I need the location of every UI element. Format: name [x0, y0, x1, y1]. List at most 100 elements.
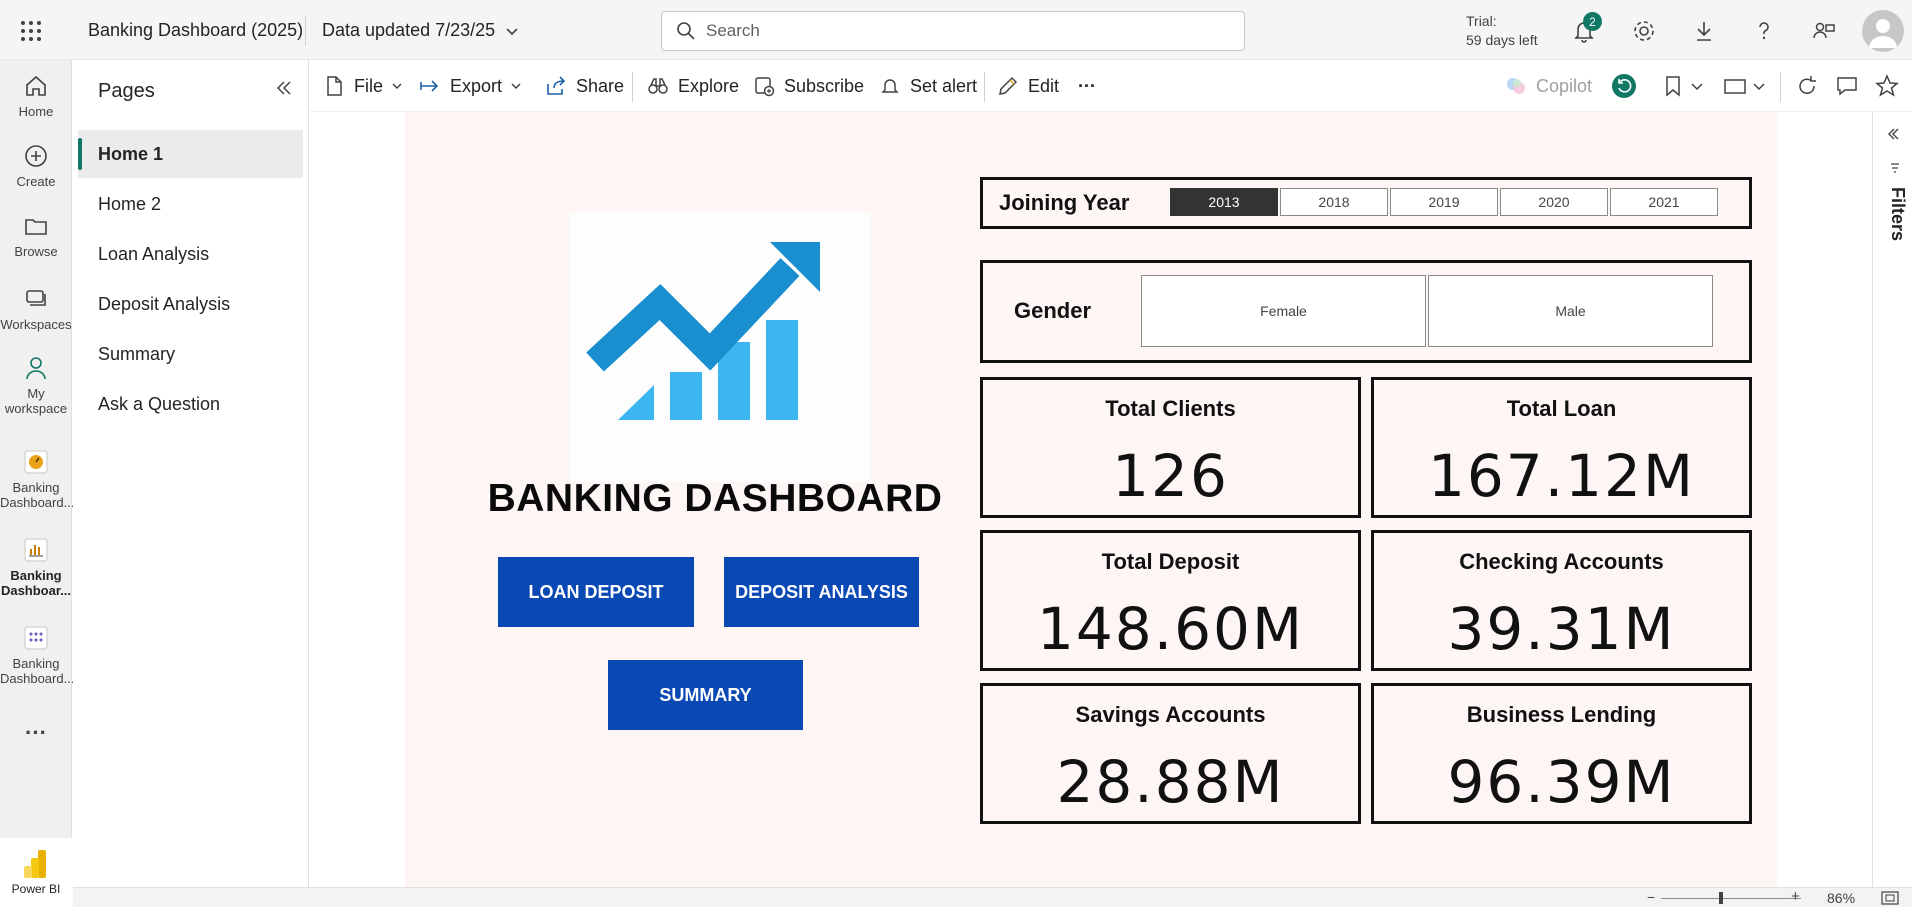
rail-item-banking-dashboard-report[interactable]: Banking Dashboar...: [0, 536, 72, 598]
more-commands-button[interactable]: ···: [1078, 73, 1096, 99]
loan-deposit-button[interactable]: LOAN DEPOSIT: [498, 557, 694, 627]
edit-button[interactable]: Edit: [996, 73, 1059, 99]
rail-label: Create: [16, 174, 56, 189]
year-option-2013[interactable]: 2013: [1170, 188, 1278, 216]
divider: [632, 72, 633, 102]
dashboard-title: BANKING DASHBOARD: [487, 477, 943, 520]
year-option-2021[interactable]: 2021: [1610, 188, 1718, 216]
zoom-out-button[interactable]: −: [1647, 889, 1655, 905]
dataset-icon: [22, 624, 50, 652]
kpi-value: 148.60M: [1037, 595, 1304, 663]
home-icon: [22, 72, 50, 100]
data-updated-dropdown[interactable]: Data updated 7/23/25: [322, 20, 519, 41]
pages-heading: Pages: [98, 80, 155, 102]
bookmark-icon[interactable]: [1660, 73, 1686, 99]
gender-option-male[interactable]: Male: [1428, 275, 1713, 347]
gender-option-female[interactable]: Female: [1141, 275, 1426, 347]
deposit-analysis-button[interactable]: DEPOSIT ANALYSIS: [724, 557, 919, 627]
rail-item-create[interactable]: Create: [0, 142, 72, 189]
rail-label: Home: [18, 104, 54, 119]
rail-label: Dashboar...: [0, 583, 72, 598]
report-title[interactable]: Banking Dashboard (2025): [88, 20, 303, 41]
app-launcher-icon[interactable]: [18, 18, 44, 44]
rail-item-home[interactable]: Home: [0, 72, 72, 119]
kpi-value: 28.88M: [1056, 748, 1285, 816]
download-icon[interactable]: [1690, 17, 1718, 45]
top-bar: Banking Dashboard (2025) Data updated 7/…: [0, 0, 1912, 60]
powerbi-switcher[interactable]: Power BI: [0, 838, 72, 907]
rail-item-workspaces[interactable]: Workspaces: [0, 285, 72, 332]
rail-item-my-workspace[interactable]: My workspace: [0, 354, 72, 416]
rail-item-banking-dashboard-dataset[interactable]: Banking Dashboard...: [0, 624, 75, 686]
file-menu-button[interactable]: File: [322, 73, 403, 99]
edit-label: Edit: [1028, 75, 1060, 96]
avatar[interactable]: [1862, 10, 1904, 52]
rail-item-browse[interactable]: Browse: [0, 212, 72, 259]
divider: [984, 72, 985, 102]
share-people-icon[interactable]: [1810, 17, 1838, 45]
chevron-down-icon[interactable]: [1690, 73, 1704, 99]
reset-visuals-icon[interactable]: [1611, 73, 1637, 99]
page-item-summary[interactable]: Summary: [78, 330, 303, 378]
gender-slicer: Gender Female Male: [980, 260, 1752, 363]
trial-status: Trial: 59 days left: [1466, 12, 1538, 50]
summary-button[interactable]: SUMMARY: [608, 660, 803, 730]
joining-year-title: Joining Year: [999, 190, 1130, 215]
kpi-label: Total Clients: [1105, 396, 1236, 421]
set-alert-button[interactable]: Set alert: [878, 73, 977, 99]
zoom-slider-thumb[interactable]: [1719, 892, 1724, 904]
collapse-pages-icon[interactable]: [272, 76, 296, 100]
share-icon: [547, 76, 566, 95]
explore-button[interactable]: Explore: [646, 73, 739, 99]
zoom-slider[interactable]: [1661, 892, 1801, 904]
export-arrow-icon: [420, 80, 439, 92]
document-icon: [327, 76, 342, 96]
bell-icon: [881, 79, 899, 93]
favorite-star-icon[interactable]: [1874, 73, 1900, 99]
search-icon: [677, 22, 695, 40]
search-input[interactable]: [706, 21, 1206, 41]
rail-label: Banking: [12, 656, 60, 671]
folder-icon: [22, 212, 50, 240]
year-option-2018[interactable]: 2018: [1280, 188, 1388, 216]
export-menu-button[interactable]: Export: [418, 73, 522, 99]
rail-label: Dashboard...: [0, 671, 75, 686]
more-options-button[interactable]: ···: [0, 720, 72, 746]
pages-panel: Pages Home 1 Home 2 Loan Analysis Deposi…: [73, 60, 309, 887]
expand-filters-icon[interactable]: [1885, 126, 1901, 142]
share-label: Share: [576, 75, 625, 96]
rail-label: Browse: [14, 244, 58, 259]
page-item-deposit-analysis[interactable]: Deposit Analysis: [78, 280, 303, 328]
notification-badge: 2: [1583, 12, 1602, 31]
rail-item-banking-dashboard-app[interactable]: Banking Dashboard...: [0, 448, 74, 510]
page-item-home-1[interactable]: Home 1: [78, 130, 303, 178]
kpi-label: Total Loan: [1506, 396, 1617, 421]
copilot-label: Copilot: [1536, 75, 1593, 96]
trial-label: Trial:: [1466, 13, 1497, 29]
page-item-loan-analysis[interactable]: Loan Analysis: [78, 230, 303, 278]
comment-icon[interactable]: [1834, 73, 1860, 99]
kpi-label: Savings Accounts: [1075, 702, 1266, 727]
year-option-2019[interactable]: 2019: [1390, 188, 1498, 216]
kpi-card-business-lending: Business Lending 96.39M: [1371, 683, 1752, 824]
refresh-icon[interactable]: [1794, 73, 1820, 99]
subscribe-icon: [755, 77, 775, 97]
chevron-down-icon[interactable]: [1752, 73, 1766, 99]
help-icon[interactable]: [1750, 17, 1778, 45]
subscribe-button[interactable]: Subscribe: [752, 73, 864, 99]
copilot-button[interactable]: Copilot: [1504, 73, 1592, 99]
filters-pane[interactable]: Filters: [1872, 112, 1912, 887]
year-option-2020[interactable]: 2020: [1500, 188, 1608, 216]
page-item-ask-a-question[interactable]: Ask a Question: [78, 380, 303, 428]
page-item-home-2[interactable]: Home 2: [78, 180, 303, 228]
zoom-in-button[interactable]: +: [1791, 888, 1800, 905]
gear-icon[interactable]: [1630, 17, 1658, 45]
fit-to-page-icon[interactable]: [1881, 891, 1899, 905]
view-mode-icon[interactable]: [1722, 73, 1748, 99]
workspaces-icon: [22, 285, 50, 313]
report-icon: [22, 536, 50, 564]
kpi-card-savings-accounts: Savings Accounts 28.88M: [980, 683, 1361, 824]
share-button[interactable]: Share: [544, 73, 624, 99]
search-box[interactable]: [661, 11, 1245, 51]
rail-label: My: [27, 386, 45, 401]
